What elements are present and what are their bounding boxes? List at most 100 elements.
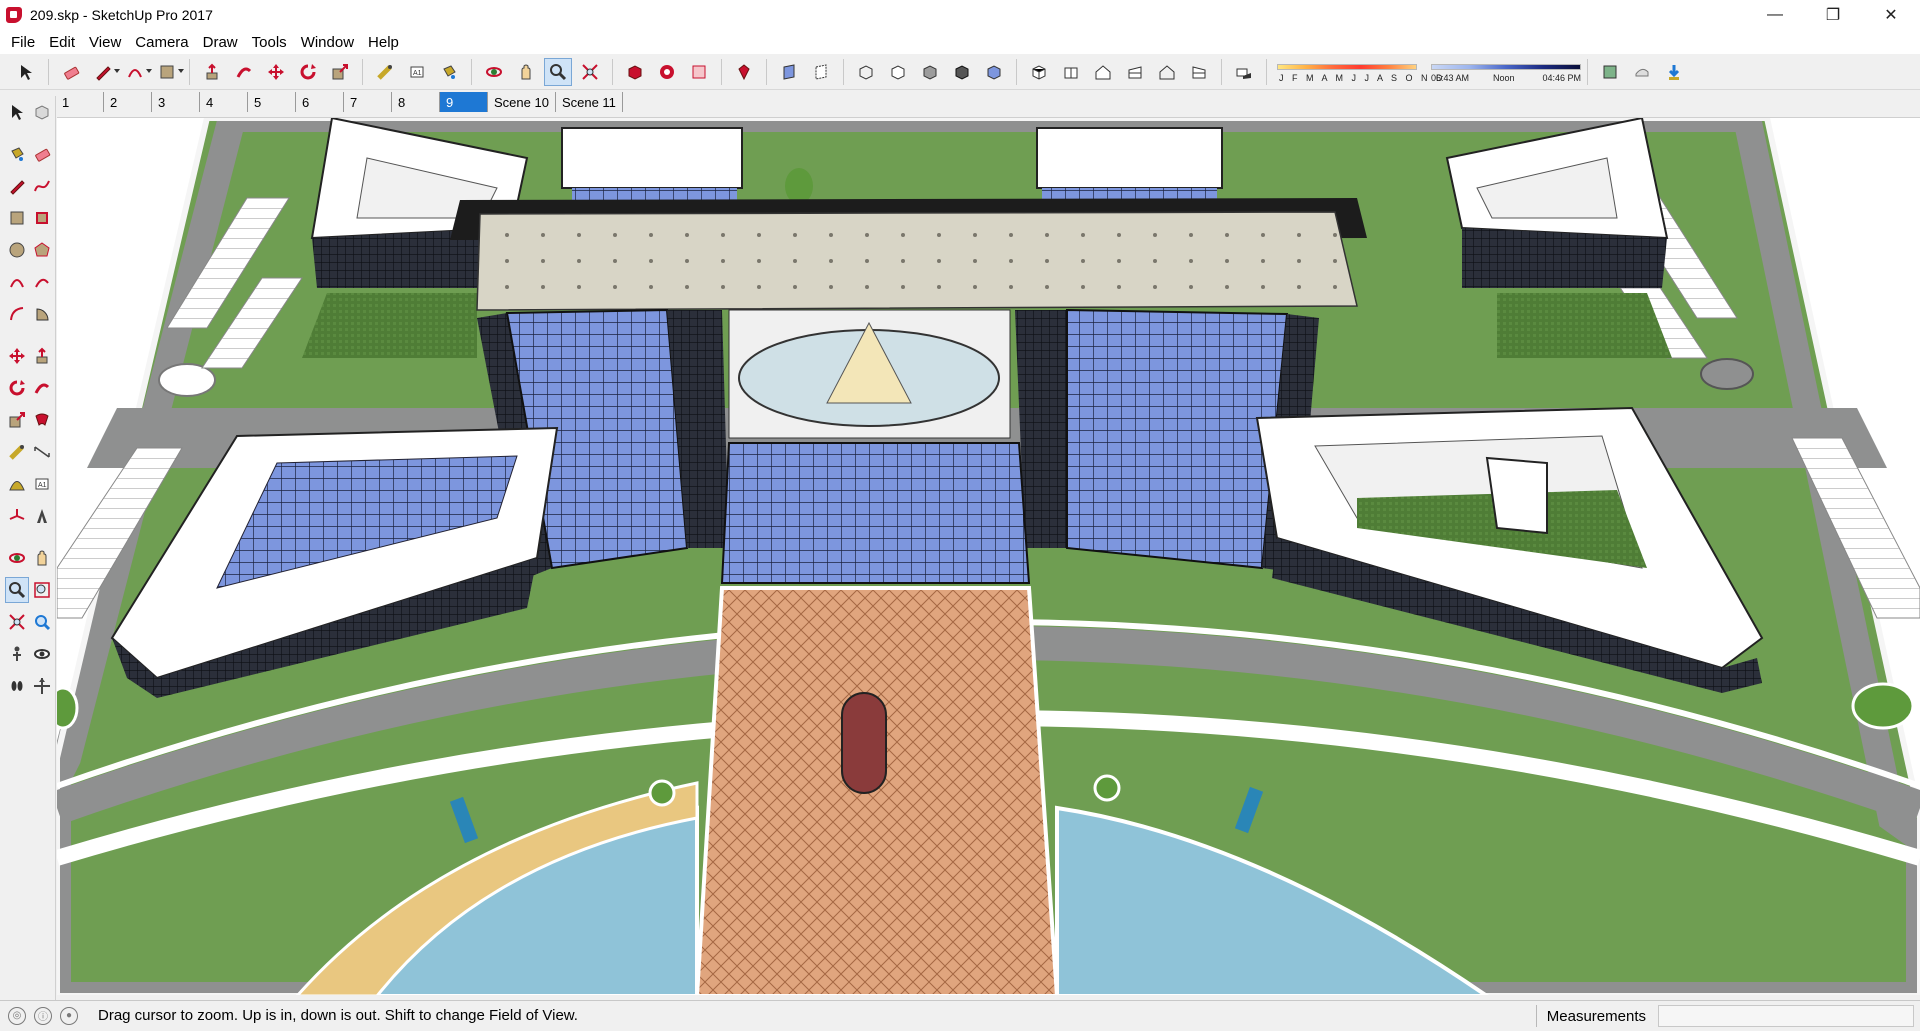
rectangle-tool[interactable] [5,205,29,231]
zoom-button[interactable] [544,57,572,86]
dimension-tool[interactable] [31,439,55,465]
xray-button[interactable] [775,58,803,86]
follow-me-button[interactable] [230,58,258,86]
dropdown-caret-icon[interactable] [114,68,120,73]
front-view-button[interactable] [1089,58,1117,86]
select-tool[interactable] [5,99,29,125]
text-button[interactable]: A1 [403,58,431,86]
zoom-extents-tool[interactable] [5,609,29,635]
push-pull-button[interactable] [198,58,226,86]
axes-tool[interactable] [5,503,29,529]
shaded-with-textures-button[interactable] [948,58,976,86]
menu-edit[interactable]: Edit [42,34,82,51]
month-slider[interactable]: J F M A M J J A S O N D [1277,59,1443,85]
ruby-button[interactable] [730,58,758,86]
3d-text-tool[interactable] [31,503,55,529]
rotated-rectangle-tool[interactable] [31,205,55,231]
push-pull-tool[interactable] [31,343,55,369]
menu-file[interactable]: File [4,34,42,51]
model-viewport[interactable] [57,117,1920,995]
monochrome-button[interactable] [980,58,1008,86]
arc-tool[interactable] [5,269,29,295]
measurements-input[interactable] [1658,1005,1914,1027]
orbit-button[interactable] [480,58,508,86]
freehand-tool[interactable] [31,173,55,199]
dropdown-caret-icon[interactable] [178,68,184,73]
rotate-button[interactable] [294,58,322,86]
menu-view[interactable]: View [82,34,128,51]
pan-tool[interactable] [31,545,55,571]
two-point-arc-tool[interactable] [31,269,55,295]
eraser-button[interactable] [57,58,85,86]
components-button[interactable] [1628,58,1656,86]
right-view-button[interactable] [1121,58,1149,86]
scene-tab[interactable]: 8 [392,92,440,112]
scene-tab[interactable]: 2 [104,92,152,112]
menu-draw[interactable]: Draw [196,34,245,51]
warehouse-button[interactable] [621,58,649,86]
menu-camera[interactable]: Camera [128,34,195,51]
scene-tab[interactable]: 9 [440,92,488,112]
three-point-arc-tool[interactable] [5,301,29,327]
menu-window[interactable]: Window [294,34,361,51]
scene-tab[interactable]: Scene 11 [556,92,623,112]
rotate-tool[interactable] [5,375,29,401]
back-edges-button[interactable] [807,58,835,86]
scene-tab[interactable]: 1 [56,92,104,112]
scene-tab[interactable]: 5 [248,92,296,112]
send-to-layout-button[interactable] [685,58,713,86]
scene-tab[interactable]: Scene 10 [488,92,556,112]
scale-button[interactable] [326,58,354,86]
left-view-button[interactable] [1185,58,1213,86]
circle-tool[interactable] [5,237,29,263]
text-tool[interactable]: A1 [31,471,55,497]
menu-help[interactable]: Help [361,34,406,51]
tape-measure-button[interactable] [371,58,399,86]
dropdown-caret-icon[interactable] [146,68,152,73]
menu-tools[interactable]: Tools [245,34,294,51]
polygon-tool[interactable] [31,237,55,263]
select-button[interactable] [12,58,40,86]
shaded-button[interactable] [916,58,944,86]
user-icon[interactable]: ● [60,1006,78,1025]
pie-tool[interactable] [31,301,55,327]
offset-tool[interactable] [31,407,55,433]
download-button[interactable] [1660,58,1688,86]
geo-location-icon[interactable]: ◎ [8,1006,26,1025]
time-slider[interactable]: 06:43 AM Noon 04:46 PM [1431,59,1581,85]
zoom-window-tool[interactable] [31,577,54,603]
line-tool[interactable] [5,173,29,199]
look-around-tool[interactable] [31,641,55,667]
minimize-button[interactable]: — [1746,0,1804,30]
protractor-tool[interactable] [5,471,29,497]
make-component-tool[interactable] [31,99,55,125]
model-info-button[interactable] [1596,58,1624,86]
arc-button[interactable] [121,58,152,86]
wireframe-button[interactable] [852,58,880,86]
rectangle-button[interactable] [153,58,184,86]
shadows-toggle-button[interactable] [1230,58,1258,86]
zoom-extents-button[interactable] [576,58,604,86]
scene-tab[interactable]: 7 [344,92,392,112]
top-view-button[interactable] [1057,58,1085,86]
close-button[interactable]: ✕ [1862,0,1920,30]
orbit-tool[interactable] [5,545,29,571]
back-view-button[interactable] [1153,58,1181,86]
section-plane-tool[interactable] [31,673,55,699]
scale-tool[interactable] [5,407,29,433]
move-button[interactable] [262,58,290,86]
walk-tool[interactable] [5,673,29,699]
extension-warehouse-button[interactable] [653,58,681,86]
tape-measure-tool[interactable] [5,439,29,465]
follow-me-tool[interactable] [31,375,55,401]
scene-tab[interactable]: 6 [296,92,344,112]
move-tool[interactable] [5,343,29,369]
scene-tab[interactable]: 3 [152,92,200,112]
pencil-button[interactable] [89,58,120,86]
credits-icon[interactable]: ⓘ [34,1006,52,1025]
position-camera-tool[interactable] [5,641,29,667]
zoom-tool[interactable] [5,577,29,603]
eraser-tool[interactable] [31,141,55,167]
iso-view-button[interactable] [1025,58,1053,86]
pan-button[interactable] [512,58,540,86]
